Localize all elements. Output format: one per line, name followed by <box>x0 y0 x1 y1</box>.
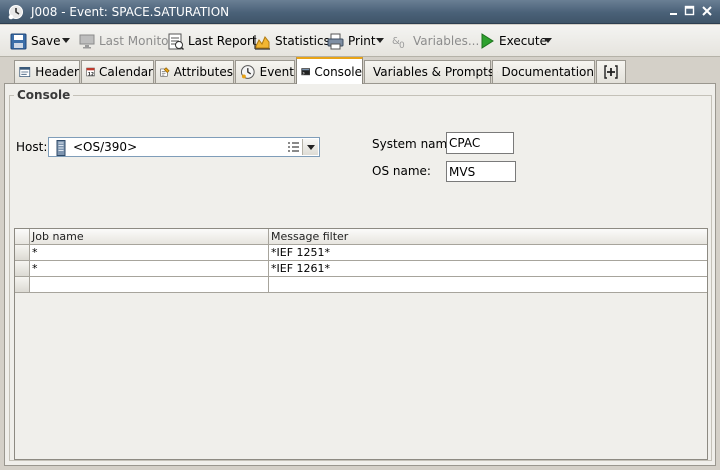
chevron-down-icon <box>307 145 315 150</box>
header-icon <box>19 67 31 77</box>
close-icon[interactable] <box>701 5 713 17</box>
statistics-button[interactable]: Statistics <box>254 25 330 57</box>
print-label: Print <box>348 34 376 48</box>
maximize-icon[interactable] <box>684 5 696 17</box>
printer-icon <box>327 33 344 49</box>
tab-header-label: Header <box>35 65 79 79</box>
console-icon <box>301 67 311 75</box>
variables-button[interactable]: & 0 Variables... <box>392 25 479 57</box>
console-filter-table: Job name Message filter * *IEF 1251* * *… <box>14 228 708 460</box>
host-dropdown-button[interactable] <box>302 139 318 155</box>
tab-documentation-label: Documentation <box>501 65 594 79</box>
svg-text:0: 0 <box>399 41 405 50</box>
tab-strip: Header 12 Calendar Attributes Event Cons… <box>0 57 720 84</box>
play-icon <box>481 33 494 49</box>
column-divider[interactable] <box>268 229 269 245</box>
cell-divider <box>268 277 269 293</box>
mainframe-server-icon <box>56 140 66 156</box>
save-dropdown-chevron-icon[interactable] <box>62 38 70 44</box>
variables-label: Variables... <box>413 34 480 48</box>
statistics-label: Statistics <box>275 34 330 48</box>
add-tab-plus-icon <box>604 65 618 79</box>
column-header-message-filter[interactable]: Message filter <box>271 230 348 243</box>
tab-attributes[interactable]: Attributes <box>155 60 234 83</box>
system-name-field[interactable]: CPAC <box>446 132 514 154</box>
job-name-cell[interactable]: * <box>32 262 38 275</box>
tab-attributes-label: Attributes <box>173 65 233 79</box>
tab-documentation[interactable]: Documentation <box>492 60 595 83</box>
last-monitor-label: Last Monitor <box>99 34 174 48</box>
tab-console-label: Console <box>314 64 362 79</box>
console-panel: Console Host: <OS/390> System name: CPAC… <box>4 84 716 466</box>
calendar-icon-text: 12 <box>88 71 94 77</box>
save-button[interactable]: Save <box>10 25 60 57</box>
print-dropdown-chevron-icon[interactable] <box>376 38 384 44</box>
tab-event-label: Event <box>259 65 294 79</box>
table-row[interactable]: * *IEF 1261* <box>15 261 707 277</box>
column-header-job-name[interactable]: Job name <box>32 230 84 243</box>
job-name-cell[interactable]: * <box>32 246 38 259</box>
execute-button[interactable]: Execute <box>479 25 547 57</box>
tab-variables-prompts[interactable]: &x Variables & Prompts <box>364 60 495 83</box>
table-row[interactable]: * *IEF 1251* <box>15 245 707 261</box>
automic-app-icon <box>8 5 23 20</box>
minimize-icon[interactable] <box>668 5 680 17</box>
tab-event[interactable]: Event <box>235 60 295 83</box>
tab-calendar[interactable]: 12 Calendar <box>81 60 154 83</box>
tab-console[interactable]: Console <box>296 57 363 84</box>
monitor-icon <box>79 34 95 49</box>
execute-dropdown-chevron-icon[interactable] <box>544 38 552 44</box>
tab-header[interactable]: Header <box>14 60 80 83</box>
calendar-icon: 12 <box>86 67 95 77</box>
report-icon <box>168 33 184 50</box>
os-name-field[interactable]: MVS <box>446 161 516 182</box>
row-header[interactable] <box>15 261 30 276</box>
title-bar: J008 - Event: SPACE.SATURATION <box>0 0 720 24</box>
row-header[interactable] <box>15 245 30 260</box>
message-filter-cell[interactable]: *IEF 1261* <box>271 262 330 275</box>
host-value: <OS/390> <box>73 140 138 154</box>
event-clock-icon <box>240 65 255 79</box>
row-header[interactable] <box>15 277 30 292</box>
cell-divider <box>268 245 269 261</box>
host-combobox[interactable]: <OS/390> <box>48 137 320 157</box>
print-button[interactable]: Print <box>327 25 376 57</box>
os-name-label: OS name: <box>372 164 431 178</box>
execute-label: Execute <box>499 34 547 48</box>
window-title: J008 - Event: SPACE.SATURATION <box>31 5 230 19</box>
attributes-icon <box>160 67 170 77</box>
toolbar: Save Last Monitor Last Report Statistics <box>0 25 720 57</box>
message-filter-cell[interactable]: *IEF 1251* <box>271 246 330 259</box>
last-monitor-button[interactable]: Last Monitor <box>79 25 173 57</box>
table-corner-cell <box>15 229 30 245</box>
console-group-title: Console <box>14 88 74 102</box>
variables-xo-icon: & 0 <box>392 36 405 50</box>
tab-calendar-label: Calendar <box>99 65 153 79</box>
list-picker-icon[interactable] <box>287 141 300 153</box>
save-label: Save <box>31 34 61 48</box>
table-row-empty[interactable] <box>15 277 707 293</box>
last-report-button[interactable]: Last Report <box>167 25 257 57</box>
table-header: Job name Message filter <box>15 229 707 245</box>
host-label: Host: <box>16 140 48 154</box>
tab-variables-prompts-label: Variables & Prompts <box>373 65 495 79</box>
cell-divider <box>268 261 269 277</box>
statistics-chart-icon <box>254 34 270 50</box>
last-report-label: Last Report <box>188 34 257 48</box>
tab-add-button[interactable] <box>596 60 626 83</box>
floppy-disk-icon <box>10 33 27 49</box>
